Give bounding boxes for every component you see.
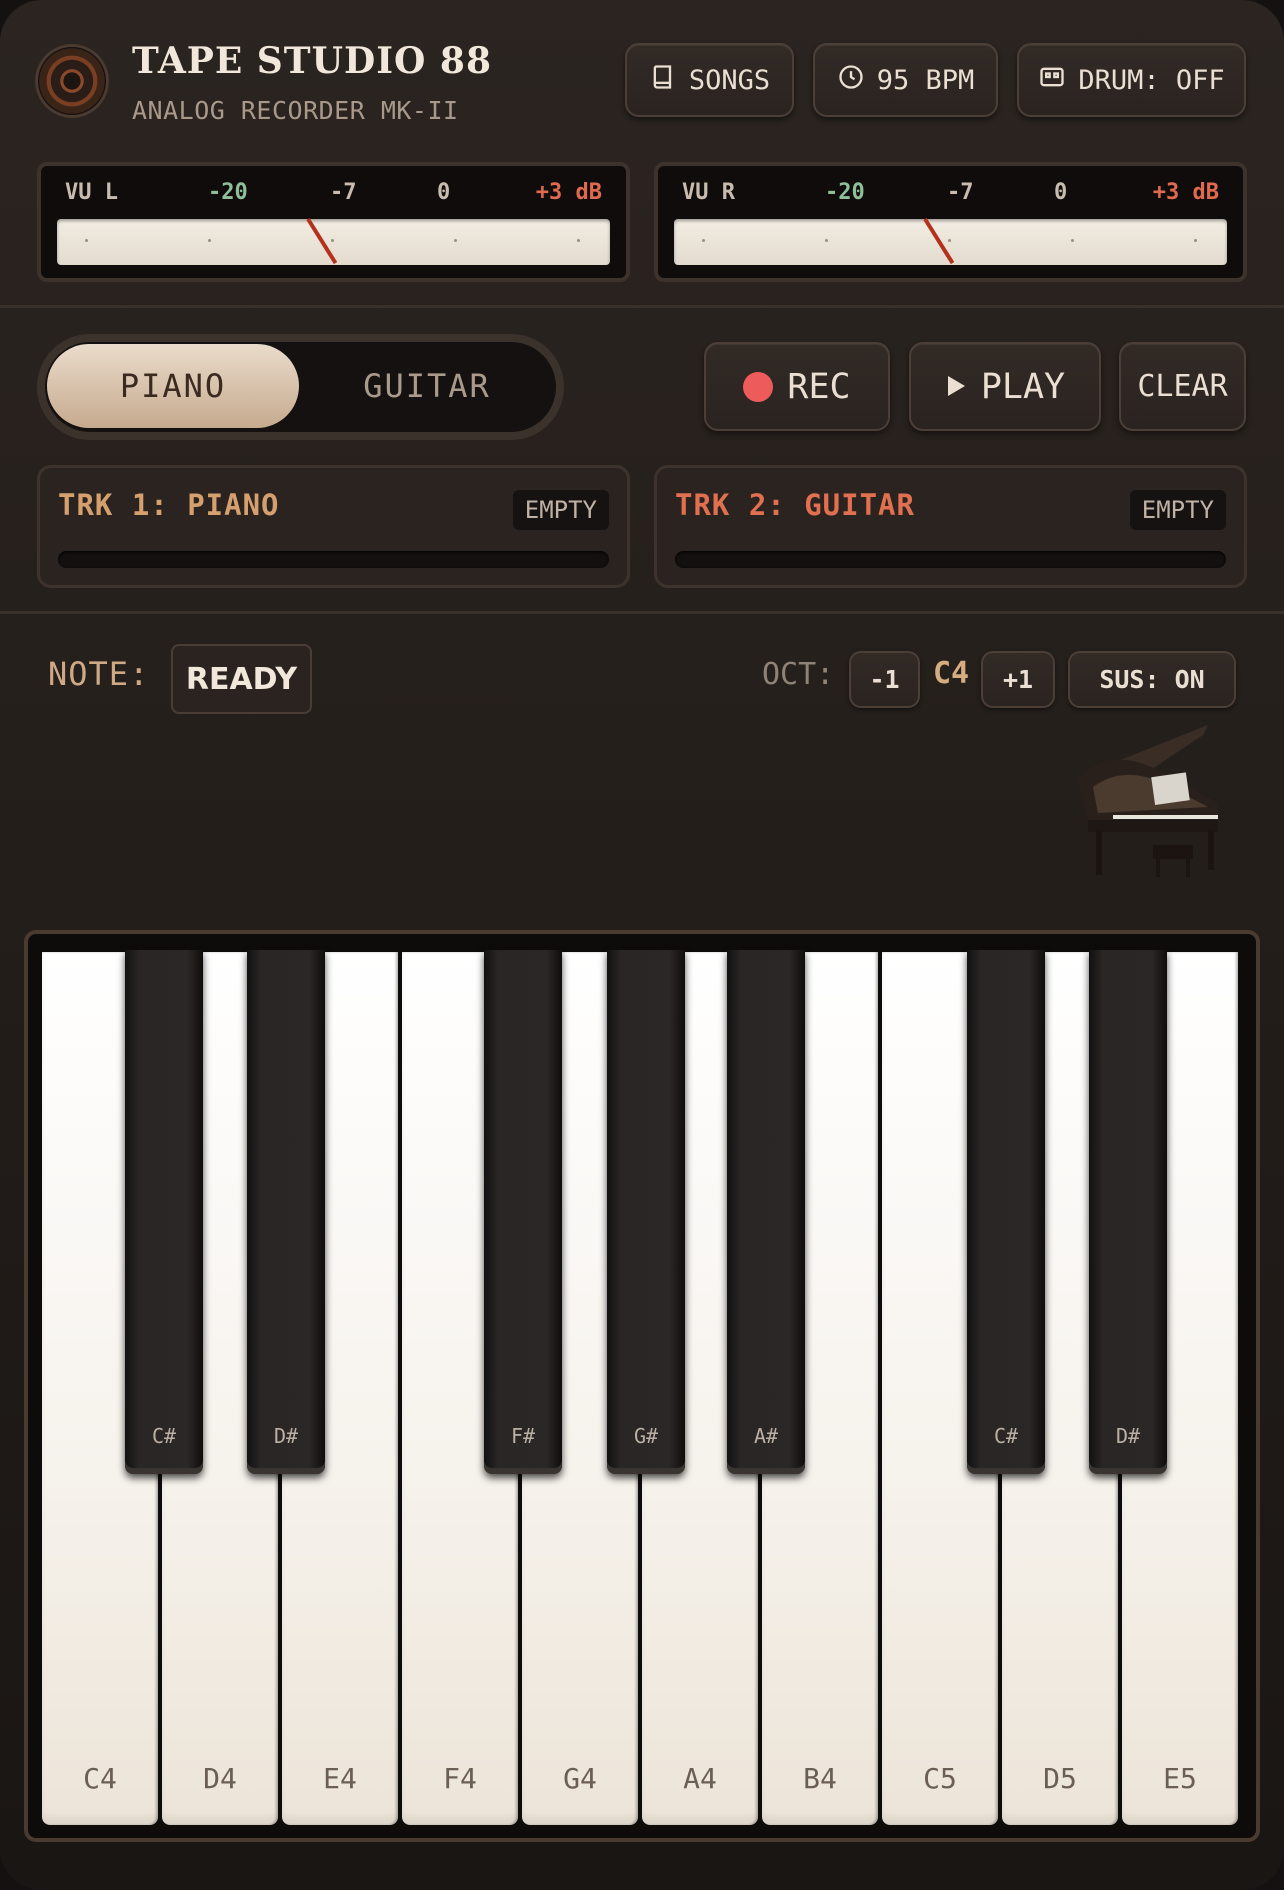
bpm-button[interactable]: 95 BPM bbox=[813, 43, 998, 117]
key-label: E4 bbox=[323, 1762, 357, 1795]
key-label: G4 bbox=[563, 1762, 597, 1795]
track-name: TRK 1: PIANO bbox=[58, 488, 280, 522]
songs-label: SONGS bbox=[688, 64, 771, 96]
note-label: NOTE: bbox=[48, 655, 150, 693]
tape-reel-logo bbox=[35, 44, 109, 118]
vu-tick-label: +3 dB bbox=[535, 180, 602, 205]
black-key-g-sharp-4[interactable]: G# bbox=[607, 950, 685, 1474]
vu-tick-label: -20 bbox=[825, 180, 865, 205]
octave-label: OCT: bbox=[762, 657, 835, 692]
instrument-toggle: PIANO GUITAR bbox=[37, 334, 564, 440]
vu-tick-label: 0 bbox=[437, 180, 451, 205]
drum-machine-icon bbox=[1038, 63, 1066, 98]
key-label: D5 bbox=[1043, 1762, 1077, 1795]
track-progress-bar bbox=[58, 551, 609, 568]
piano-keyboard: C4 D4 E4 F4 G4 A4 B4 C5 D5 E5 C# D# F# G… bbox=[24, 930, 1260, 1842]
drum-label: DRUM: OFF bbox=[1078, 64, 1225, 96]
book-icon bbox=[649, 63, 677, 98]
record-dot-icon bbox=[743, 371, 774, 402]
black-key-d-sharp-4[interactable]: D# bbox=[247, 950, 325, 1474]
vu-tick-label: -20 bbox=[208, 180, 248, 205]
clear-button[interactable]: CLEAR bbox=[1119, 342, 1246, 431]
bpm-label: 95 BPM bbox=[876, 64, 975, 96]
divider bbox=[0, 305, 1284, 308]
track-status-badge: EMPTY bbox=[512, 490, 609, 530]
black-key-c-sharp-5[interactable]: C# bbox=[967, 950, 1045, 1474]
play-button[interactable]: PLAY bbox=[909, 342, 1101, 431]
vu-face bbox=[674, 217, 1227, 265]
key-label: F# bbox=[510, 1424, 536, 1448]
key-label: D4 bbox=[203, 1762, 237, 1795]
play-icon bbox=[945, 367, 967, 407]
sustain-toggle-button[interactable]: SUS: ON bbox=[1068, 651, 1236, 708]
clear-label: CLEAR bbox=[1137, 369, 1228, 404]
key-label: G# bbox=[633, 1424, 659, 1448]
note-display: READY bbox=[171, 644, 312, 714]
key-label: A# bbox=[753, 1424, 779, 1448]
vu-channel-label: VU L bbox=[65, 180, 118, 205]
key-label: F4 bbox=[443, 1762, 477, 1795]
vu-tick-label: -7 bbox=[947, 180, 974, 205]
grand-piano-image bbox=[1068, 725, 1228, 890]
vu-tick-label: +3 dB bbox=[1152, 180, 1219, 205]
key-label: C5 bbox=[923, 1762, 957, 1795]
divider bbox=[0, 611, 1284, 614]
octave-value: C4 bbox=[933, 656, 970, 691]
black-key-f-sharp-4[interactable]: F# bbox=[484, 950, 562, 1474]
key-label: A4 bbox=[683, 1762, 717, 1795]
app-window: TAPE STUDIO 88 ANALOG RECORDER MK-II SON… bbox=[0, 0, 1284, 1890]
octave-down-button[interactable]: -1 bbox=[849, 651, 920, 708]
track-status-badge: EMPTY bbox=[1129, 490, 1226, 530]
rec-button[interactable]: REC bbox=[704, 342, 890, 431]
key-label: C# bbox=[151, 1424, 177, 1448]
track-name: TRK 2: GUITAR bbox=[675, 488, 915, 522]
vu-tick-label: 0 bbox=[1054, 180, 1068, 205]
app-subtitle: ANALOG RECORDER MK-II bbox=[132, 96, 459, 125]
vu-meter-right: VU R -20 -7 0 +3 dB bbox=[654, 162, 1247, 282]
track-1[interactable]: TRK 1: PIANO EMPTY bbox=[37, 465, 630, 588]
octave-up-button[interactable]: +1 bbox=[981, 651, 1055, 708]
songs-button[interactable]: SONGS bbox=[625, 43, 794, 117]
key-label: C# bbox=[993, 1424, 1019, 1448]
vu-meter-left: VU L -20 -7 0 +3 dB bbox=[37, 162, 630, 282]
drum-toggle-button[interactable]: DRUM: OFF bbox=[1017, 43, 1246, 117]
black-key-a-sharp-4[interactable]: A# bbox=[727, 950, 805, 1474]
key-label: E5 bbox=[1163, 1762, 1197, 1795]
black-key-d-sharp-5[interactable]: D# bbox=[1089, 950, 1167, 1474]
rec-label: REC bbox=[787, 366, 851, 407]
clock-icon bbox=[837, 63, 865, 98]
key-label: B4 bbox=[803, 1762, 837, 1795]
key-label: C4 bbox=[83, 1762, 117, 1795]
black-key-c-sharp-4[interactable]: C# bbox=[125, 950, 203, 1474]
vu-channel-label: VU R bbox=[682, 180, 735, 205]
key-label: D# bbox=[273, 1424, 299, 1448]
vu-tick-label: -7 bbox=[330, 180, 357, 205]
app-title: TAPE STUDIO 88 bbox=[132, 40, 493, 82]
track-2[interactable]: TRK 2: GUITAR EMPTY bbox=[654, 465, 1247, 588]
track-progress-bar bbox=[675, 551, 1226, 568]
instrument-option-piano[interactable]: PIANO bbox=[47, 344, 299, 428]
play-label: PLAY bbox=[980, 366, 1066, 407]
key-label: D# bbox=[1115, 1424, 1141, 1448]
instrument-option-guitar[interactable]: GUITAR bbox=[307, 344, 547, 428]
vu-face bbox=[57, 217, 610, 265]
